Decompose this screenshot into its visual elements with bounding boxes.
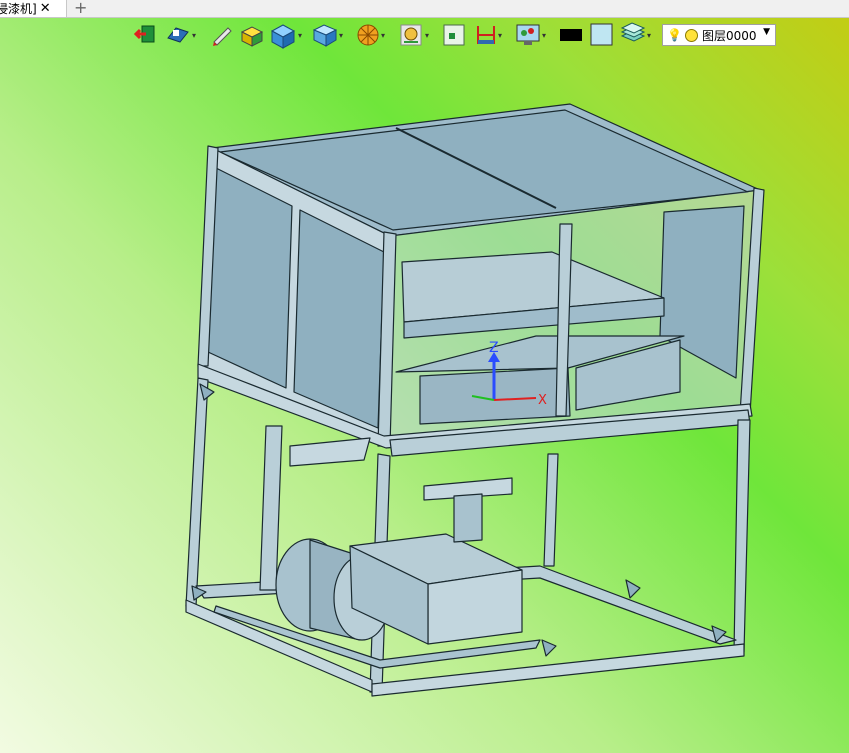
cad-viewport[interactable]: Z X [0,0,849,753]
machine-model [185,103,765,697]
axis-z-label: Z [489,340,499,356]
axis-x-label: X [538,393,547,408]
